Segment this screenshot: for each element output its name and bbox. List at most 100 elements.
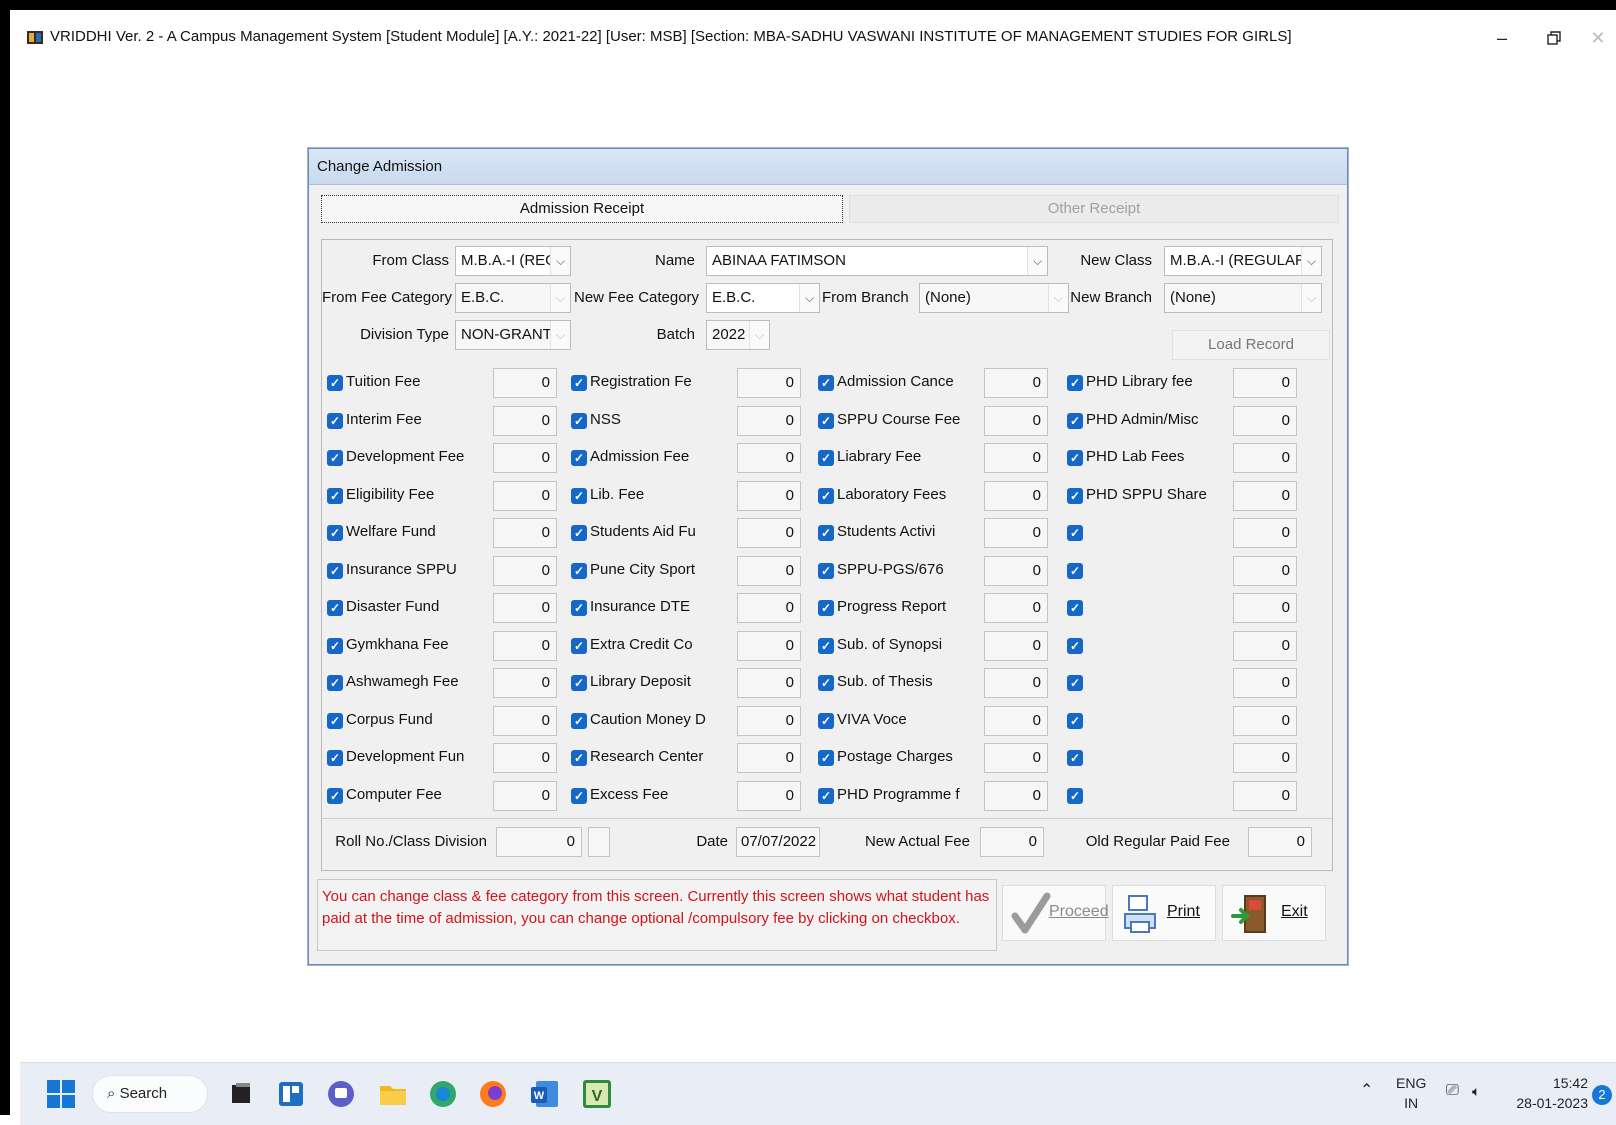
fee-amount-field[interactable]: 0 <box>737 481 801 511</box>
fee-amount-field[interactable]: 0 <box>984 631 1048 661</box>
restore-button[interactable] <box>1532 24 1576 52</box>
fee-checkbox[interactable]: ✓ <box>818 563 834 579</box>
edge-browser-icon[interactable] <box>426 1077 460 1111</box>
fee-checkbox[interactable]: ✓ <box>818 713 834 729</box>
fee-amount-field[interactable]: 0 <box>1233 668 1297 698</box>
fee-checkbox[interactable]: ✓ <box>571 713 587 729</box>
new-actual-fee-field[interactable]: 0 <box>980 827 1044 857</box>
fee-amount-field[interactable]: 0 <box>493 556 557 586</box>
fee-checkbox[interactable]: ✓ <box>1067 413 1083 429</box>
class-division-field[interactable] <box>588 827 610 857</box>
fee-checkbox[interactable]: ✓ <box>571 788 587 804</box>
fee-amount-field[interactable]: 0 <box>493 518 557 548</box>
volume-icon[interactable]: 🔈︎ <box>1472 1081 1480 1101</box>
new-branch-select[interactable]: (None) ⌵ <box>1164 283 1322 313</box>
fee-amount-field[interactable]: 0 <box>1233 781 1297 811</box>
fee-checkbox[interactable]: ✓ <box>571 413 587 429</box>
fee-checkbox[interactable]: ✓ <box>327 488 343 504</box>
from-fee-category-select[interactable]: E.B.C. ⌵ <box>455 283 571 313</box>
fee-checkbox[interactable]: ✓ <box>818 375 834 391</box>
fee-amount-field[interactable]: 0 <box>984 668 1048 698</box>
fee-amount-field[interactable]: 0 <box>493 631 557 661</box>
task-view-icon[interactable] <box>224 1077 258 1111</box>
fee-amount-field[interactable]: 0 <box>737 556 801 586</box>
fee-amount-field[interactable]: 0 <box>737 781 801 811</box>
fee-checkbox[interactable]: ✓ <box>1067 525 1083 541</box>
fee-checkbox[interactable]: ✓ <box>1067 788 1083 804</box>
fee-amount-field[interactable]: 0 <box>493 781 557 811</box>
fee-checkbox[interactable]: ✓ <box>327 750 343 766</box>
fee-checkbox[interactable]: ✓ <box>571 563 587 579</box>
fee-checkbox[interactable]: ✓ <box>571 638 587 654</box>
fee-amount-field[interactable]: 0 <box>984 368 1048 398</box>
fee-checkbox[interactable]: ✓ <box>1067 450 1083 466</box>
fee-checkbox[interactable]: ✓ <box>818 788 834 804</box>
fee-amount-field[interactable]: 0 <box>1233 368 1297 398</box>
language-indicator[interactable]: ENG IN <box>1396 1073 1426 1113</box>
fee-checkbox[interactable]: ✓ <box>1067 638 1083 654</box>
fee-amount-field[interactable]: 0 <box>984 743 1048 773</box>
load-record-button[interactable]: Load Record <box>1172 330 1330 360</box>
fee-checkbox[interactable]: ✓ <box>818 488 834 504</box>
chat-icon[interactable] <box>324 1077 358 1111</box>
network-icon[interactable]: ⎚ <box>1446 1081 1459 1101</box>
clock[interactable]: 15:42 28-01-2023 <box>1510 1073 1588 1113</box>
fee-checkbox[interactable]: ✓ <box>327 713 343 729</box>
fee-checkbox[interactable]: ✓ <box>327 563 343 579</box>
vriddhi-app-icon[interactable]: V <box>580 1077 614 1111</box>
fee-amount-field[interactable]: 0 <box>1233 593 1297 623</box>
tray-overflow-icon[interactable]: ⌃ <box>1360 1081 1373 1101</box>
fee-checkbox[interactable]: ✓ <box>818 675 834 691</box>
fee-amount-field[interactable]: 0 <box>493 481 557 511</box>
fee-amount-field[interactable]: 0 <box>1233 481 1297 511</box>
fee-checkbox[interactable]: ✓ <box>1067 488 1083 504</box>
fee-amount-field[interactable]: 0 <box>737 743 801 773</box>
close-button[interactable]: ✕ <box>1576 24 1616 52</box>
fee-checkbox[interactable]: ✓ <box>818 600 834 616</box>
print-button[interactable]: Print <box>1112 885 1216 941</box>
new-class-select[interactable]: M.B.A.-I (REGULAR) ⌵ <box>1164 246 1322 276</box>
fee-amount-field[interactable]: 0 <box>984 706 1048 736</box>
fee-amount-field[interactable]: 0 <box>737 368 801 398</box>
fee-checkbox[interactable]: ✓ <box>327 788 343 804</box>
tab-admission-receipt[interactable]: Admission Receipt <box>321 195 843 223</box>
name-select[interactable]: ABINAA FATIMSON ⌵ <box>706 246 1048 276</box>
from-branch-select[interactable]: (None) ⌵ <box>919 283 1069 313</box>
fee-amount-field[interactable]: 0 <box>737 631 801 661</box>
fee-checkbox[interactable]: ✓ <box>1067 375 1083 391</box>
tab-other-receipt[interactable]: Other Receipt <box>849 195 1339 223</box>
fee-checkbox[interactable]: ✓ <box>327 450 343 466</box>
windows-start-icon[interactable] <box>44 1077 78 1111</box>
fee-checkbox[interactable]: ✓ <box>1067 675 1083 691</box>
word-icon[interactable]: W <box>528 1077 562 1111</box>
fee-amount-field[interactable]: 0 <box>1233 743 1297 773</box>
fee-amount-field[interactable]: 0 <box>984 556 1048 586</box>
fee-checkbox[interactable]: ✓ <box>571 675 587 691</box>
new-fee-category-select[interactable]: E.B.C. ⌵ <box>706 283 820 313</box>
fee-checkbox[interactable]: ✓ <box>571 600 587 616</box>
fee-amount-field[interactable]: 0 <box>493 668 557 698</box>
fee-amount-field[interactable]: 0 <box>737 668 801 698</box>
widgets-icon[interactable] <box>274 1077 308 1111</box>
fee-amount-field[interactable]: 0 <box>493 368 557 398</box>
old-regular-paid-fee-field[interactable]: 0 <box>1248 827 1312 857</box>
fee-checkbox[interactable]: ✓ <box>818 413 834 429</box>
fee-amount-field[interactable]: 0 <box>493 406 557 436</box>
fee-checkbox[interactable]: ✓ <box>1067 750 1083 766</box>
fee-amount-field[interactable]: 0 <box>984 406 1048 436</box>
fee-checkbox[interactable]: ✓ <box>571 525 587 541</box>
minimize-button[interactable]: – <box>1480 24 1524 52</box>
fee-checkbox[interactable]: ✓ <box>327 600 343 616</box>
fee-amount-field[interactable]: 0 <box>1233 631 1297 661</box>
fee-amount-field[interactable]: 0 <box>984 443 1048 473</box>
notification-badge[interactable]: 2 <box>1592 1085 1612 1105</box>
fee-amount-field[interactable]: 0 <box>1233 443 1297 473</box>
fee-amount-field[interactable]: 0 <box>737 593 801 623</box>
fee-checkbox[interactable]: ✓ <box>1067 713 1083 729</box>
fee-checkbox[interactable]: ✓ <box>327 638 343 654</box>
firefox-icon[interactable] <box>476 1077 510 1111</box>
roll-no-field[interactable]: 0 <box>496 827 582 857</box>
fee-checkbox[interactable]: ✓ <box>818 525 834 541</box>
fee-amount-field[interactable]: 0 <box>493 593 557 623</box>
fee-amount-field[interactable]: 0 <box>737 518 801 548</box>
